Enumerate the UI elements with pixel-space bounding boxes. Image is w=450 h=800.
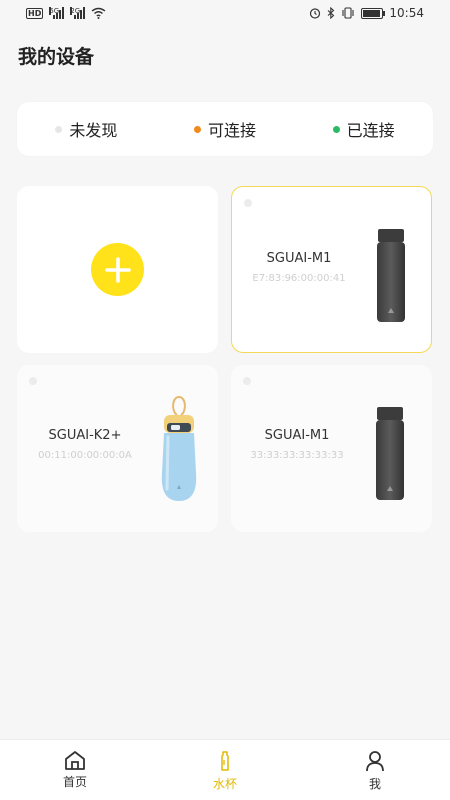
- device-card[interactable]: SGUAI-M1 33:33:33:33:33:33: [231, 365, 432, 532]
- device-name: SGUAI-M1: [266, 251, 332, 266]
- device-status-dot: [243, 377, 251, 385]
- legend-label: 未发现: [69, 121, 118, 140]
- device-mac: 00:11:00:00:00:0A: [38, 450, 132, 461]
- bluetooth-icon: [328, 7, 335, 19]
- signal-label: 2G: [70, 7, 81, 15]
- status-dot-not-found: [55, 125, 63, 133]
- device-name: SGUAI-M1: [264, 428, 330, 443]
- tab-label: 水杯: [212, 777, 237, 791]
- status-dot-connected: [332, 125, 340, 133]
- tab-me[interactable]: 我: [300, 740, 450, 800]
- legend-label: 已连接: [346, 121, 395, 140]
- device-name: SGUAI-K2+: [48, 428, 122, 443]
- kids-bottle-image: [161, 396, 197, 501]
- tab-label: 首页: [62, 775, 87, 789]
- device-card[interactable]: SGUAI-M1 E7:83:96:00:00:41: [231, 186, 432, 353]
- battery-icon: [361, 7, 386, 19]
- device-card[interactable]: SGUAI-K2+ 00:11:00:00:00:0A: [17, 365, 218, 532]
- signal-label: 5G: [49, 7, 60, 15]
- bottle-image: [377, 229, 405, 322]
- legend-item-connectable: 可连接: [193, 117, 256, 141]
- bottom-tab-bar: 首页 水杯 我: [0, 739, 450, 800]
- vibrate-icon: [342, 7, 354, 19]
- status-dot-connectable: [193, 125, 201, 133]
- tab-label: 我: [368, 777, 381, 791]
- tab-cup[interactable]: 水杯: [150, 740, 300, 800]
- status-legend: 未发现 可连接 已连接: [17, 102, 433, 156]
- bottle-image: [376, 407, 404, 500]
- status-bar: HD 5G 2G 10:54: [0, 0, 450, 28]
- legend-label: 可连接: [207, 121, 256, 140]
- cup-icon: [221, 751, 229, 771]
- plus-icon: [104, 256, 131, 283]
- signal-icon: 5G: [49, 7, 65, 19]
- tab-home[interactable]: 首页: [0, 740, 150, 800]
- signal-icon: 2G: [70, 7, 86, 19]
- alarm-icon: [310, 8, 321, 19]
- status-right: 10:54: [309, 6, 424, 20]
- user-icon: [366, 751, 384, 772]
- status-time: 10:54: [389, 6, 424, 20]
- hd-badge: HD: [26, 7, 44, 19]
- device-mac: E7:83:96:00:00:41: [252, 273, 346, 284]
- status-left: HD 5G 2G: [26, 7, 106, 19]
- add-device-button[interactable]: [91, 243, 144, 296]
- page-title: 我的设备: [18, 46, 95, 68]
- legend-item-not-found: 未发现: [55, 117, 117, 141]
- add-device-card[interactable]: [17, 186, 218, 353]
- device-status-dot: [29, 377, 37, 385]
- device-status-dot: [244, 199, 252, 207]
- wifi-icon: [91, 7, 106, 19]
- legend-item-connected: 已连接: [332, 117, 395, 141]
- home-icon: [65, 751, 85, 770]
- device-mac: 33:33:33:33:33:33: [250, 450, 344, 461]
